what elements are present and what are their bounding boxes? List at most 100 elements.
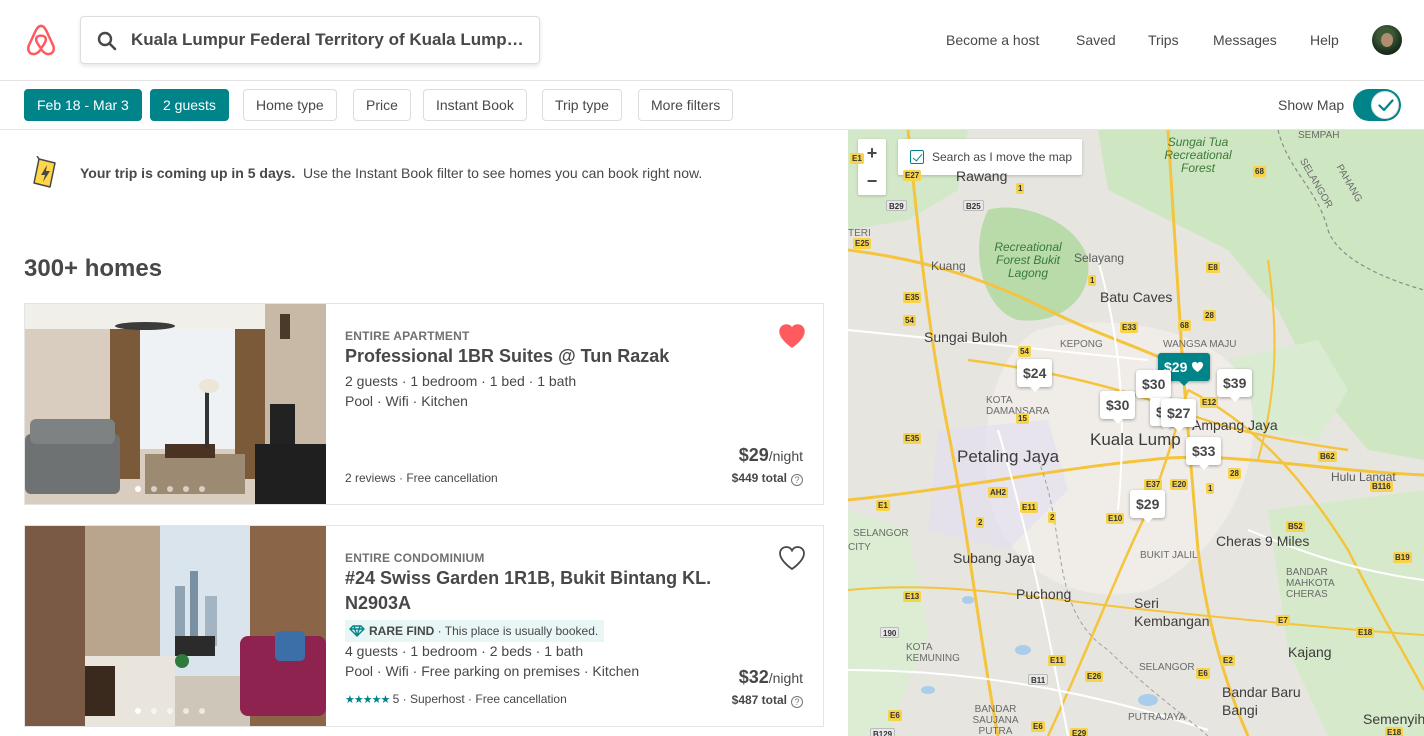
road-shield: E26 (1085, 671, 1104, 682)
listing-type: ENTIRE CONDOMINIUM (345, 551, 485, 565)
avatar[interactable] (1372, 25, 1402, 55)
dates-filter-button[interactable]: Feb 18 - Mar 3 (24, 89, 142, 121)
listing-photo-image (25, 304, 326, 504)
price-pin[interactable]: $30 (1136, 370, 1172, 403)
price-pin[interactable]: $29 (1130, 490, 1166, 523)
checkbox-checked-icon[interactable] (910, 150, 924, 164)
help-icon[interactable]: ? (791, 474, 803, 486)
road-shield: E10 (1106, 513, 1125, 524)
trip-type-filter-button[interactable]: Trip type (542, 89, 622, 121)
photo-dot[interactable] (135, 486, 141, 492)
listing-footer: 2 reviews · Free cancellation (345, 471, 498, 485)
listing-amenities: Pool · Wifi · Kitchen (345, 393, 468, 409)
show-map-label: Show Map (1278, 97, 1345, 113)
road-shield: B19 (1393, 552, 1412, 563)
location-search-input[interactable] (131, 25, 531, 55)
map-label: Ampang Jaya (1192, 417, 1278, 433)
road-shield: 15 (1016, 413, 1029, 424)
show-map-toggle[interactable] (1353, 89, 1401, 121)
zoom-out-button[interactable]: − (858, 167, 886, 195)
instant-book-filter-button[interactable]: Instant Book (423, 89, 527, 121)
road-shield: E1 (850, 153, 864, 164)
photo-dots[interactable] (135, 486, 215, 494)
road-shield: 28 (1228, 468, 1241, 479)
map-label: KEPONG (1060, 339, 1103, 350)
location-search-box[interactable] (80, 16, 540, 64)
road-shield: E18 (1385, 727, 1404, 736)
home-type-filter-button[interactable]: Home type (243, 89, 337, 121)
check-icon (1378, 99, 1394, 112)
search-as-move-label: Search as I move the map (932, 150, 1073, 164)
road-shield: B62 (1318, 451, 1337, 462)
price-unit: /night (768, 448, 803, 464)
price-pin[interactable]: $39 (1217, 369, 1253, 402)
listing-title[interactable]: Professional 1BR Suites @ Tun Razak (345, 344, 745, 369)
listing-price: $32/night (739, 667, 803, 688)
photo-dot[interactable] (167, 708, 173, 714)
more-filters-button[interactable]: More filters (638, 89, 734, 121)
heart-filled-icon[interactable] (778, 323, 806, 349)
price-pin[interactable]: $24 (1017, 359, 1053, 392)
nav-saved[interactable]: Saved (1076, 0, 1116, 80)
listing-type: ENTIRE APARTMENT (345, 329, 470, 343)
road-shield: E6 (888, 710, 902, 721)
nav-become-host[interactable]: Become a host (946, 0, 1039, 80)
road-shield: 2 (976, 517, 985, 528)
listing-footer-text: 5 · Superhost · Free cancellation (392, 692, 567, 706)
map-label: Sungai Tua Recreational Forest (1164, 135, 1232, 175)
photo-dot[interactable] (199, 708, 205, 714)
listing-photo[interactable] (25, 526, 326, 726)
map-label: Puchong (1016, 586, 1072, 602)
road-shield: E29 (1070, 728, 1089, 736)
photo-dot[interactable] (151, 708, 157, 714)
road-shield: B25 (963, 200, 984, 211)
road-shield: 1 (1016, 183, 1025, 194)
listing-card[interactable]: ENTIRE CONDOMINIUM #24 Swiss Garden 1R1B… (24, 525, 824, 727)
photo-dot[interactable] (199, 486, 205, 492)
lightning-ticket-icon (33, 156, 56, 188)
road-shield: E35 (903, 433, 922, 444)
road-shield: B29 (886, 200, 907, 211)
nav-messages[interactable]: Messages (1213, 0, 1277, 80)
help-icon[interactable]: ? (791, 696, 803, 708)
results-count: 300+ homes (24, 255, 163, 282)
price-amount: $29 (738, 445, 769, 465)
photo-dot[interactable] (183, 708, 189, 714)
photo-dot[interactable] (167, 486, 173, 492)
photo-dot[interactable] (183, 486, 189, 492)
road-shield: E27 (903, 170, 922, 181)
map-label: BANDAR SAUJANA PUTRA (972, 704, 1019, 736)
road-shield: E6 (1031, 721, 1045, 732)
price-pin[interactable]: $30 (1100, 391, 1136, 424)
price-pin[interactable]: $33 (1186, 437, 1222, 470)
rare-find-text: · This place is usually booked. (434, 624, 599, 638)
listing-title[interactable]: #24 Swiss Garden 1R1B, Bukit Bintang KL.… (345, 566, 745, 616)
nav-help[interactable]: Help (1310, 0, 1339, 80)
airbnb-logo-icon[interactable] (25, 24, 57, 57)
guests-filter-button[interactable]: 2 guests (150, 89, 229, 121)
road-shield: E2 (1221, 655, 1235, 666)
map-label: Sungai Buloh (924, 329, 1008, 345)
map[interactable]: + − Search as I move the map Rawang Kuan… (848, 130, 1424, 736)
road-shield: E8 (1206, 262, 1220, 273)
photo-dot[interactable] (151, 486, 157, 492)
total-amount: $487 total (731, 693, 787, 707)
road-shield: B116 (1370, 481, 1393, 492)
listing-details: 2 guests · 1 bedroom · 1 bed · 1 bath (345, 373, 577, 389)
price-pin[interactable]: $27 (1161, 399, 1197, 432)
map-label: Batu Caves (1100, 289, 1173, 305)
photo-dot[interactable] (135, 708, 141, 714)
heart-outline-icon[interactable] (778, 545, 806, 571)
photo-dots[interactable] (135, 708, 215, 716)
map-label: SELANGOR (853, 528, 909, 539)
road-shield: E1 (876, 500, 890, 511)
nav-trips[interactable]: Trips (1148, 0, 1179, 80)
listing-card[interactable]: ENTIRE APARTMENT Professional 1BR Suites… (24, 303, 824, 505)
listing-amenities: Pool · Wifi · Free parking on premises ·… (345, 663, 640, 679)
road-shield: 1 (1088, 275, 1097, 286)
listing-price: $29/night (739, 445, 803, 466)
price-filter-button[interactable]: Price (353, 89, 411, 121)
map-label: Cheras 9 Miles (1216, 533, 1310, 549)
listing-photo[interactable] (25, 304, 326, 504)
road-shield: B11 (1028, 674, 1049, 685)
